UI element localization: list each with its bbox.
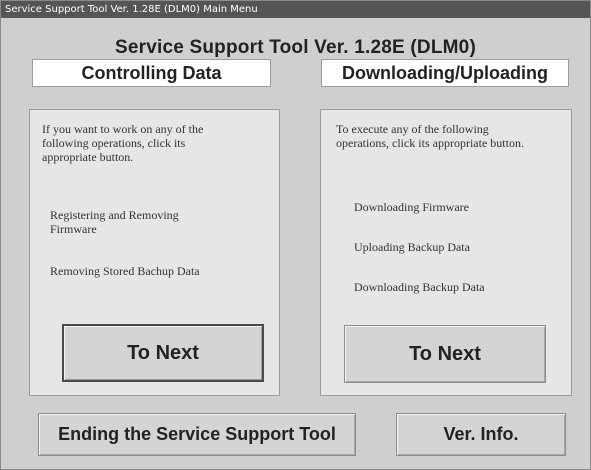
intro-line: operations, click its appropriate button… [336,136,524,150]
operation-item-removing-backup: Removing Stored Bachup Data [50,264,200,278]
intro-line: If you want to work on any of the [42,122,204,136]
operation-item-downloading-backup: Downloading Backup Data [354,280,485,294]
intro-line: appropriate button. [42,150,134,164]
main-menu-window: Service Support Tool Ver. 1.28E (DLM0) M… [0,0,591,470]
controlling-data-intro: If you want to work on any of the follow… [42,122,203,164]
operation-item-line: Firmware [50,222,97,236]
controlling-data-header: Controlling Data [32,59,271,87]
to-next-button-downloading-uploading[interactable]: To Next [344,325,546,383]
operation-item-uploading-backup: Uploading Backup Data [354,240,470,254]
operation-item-downloading-firmware: Downloading Firmware [354,200,469,214]
to-next-button-controlling-data[interactable]: To Next [62,324,264,382]
downloading-uploading-panel: To execute any of the following operatio… [320,109,572,396]
operation-item-registering-firmware: Registering and Removing Firmware [50,208,179,236]
intro-line: To execute any of the following [336,122,489,136]
operation-item-line: Registering and Removing [50,208,179,222]
version-info-button[interactable]: Ver. Info. [396,413,566,456]
main-menu-client-area: Service Support Tool Ver. 1.28E (DLM0) C… [7,21,584,466]
app-title: Service Support Tool Ver. 1.28E (DLM0) [115,37,476,58]
downloading-uploading-header: Downloading/Uploading [321,59,569,87]
end-service-tool-button[interactable]: Ending the Service Support Tool [38,413,356,456]
window-title-bar: Service Support Tool Ver. 1.28E (DLM0) M… [1,1,590,18]
downloading-uploading-intro: To execute any of the following operatio… [336,122,524,150]
controlling-data-panel: If you want to work on any of the follow… [29,109,280,396]
intro-line: following operations, click its [42,136,186,150]
